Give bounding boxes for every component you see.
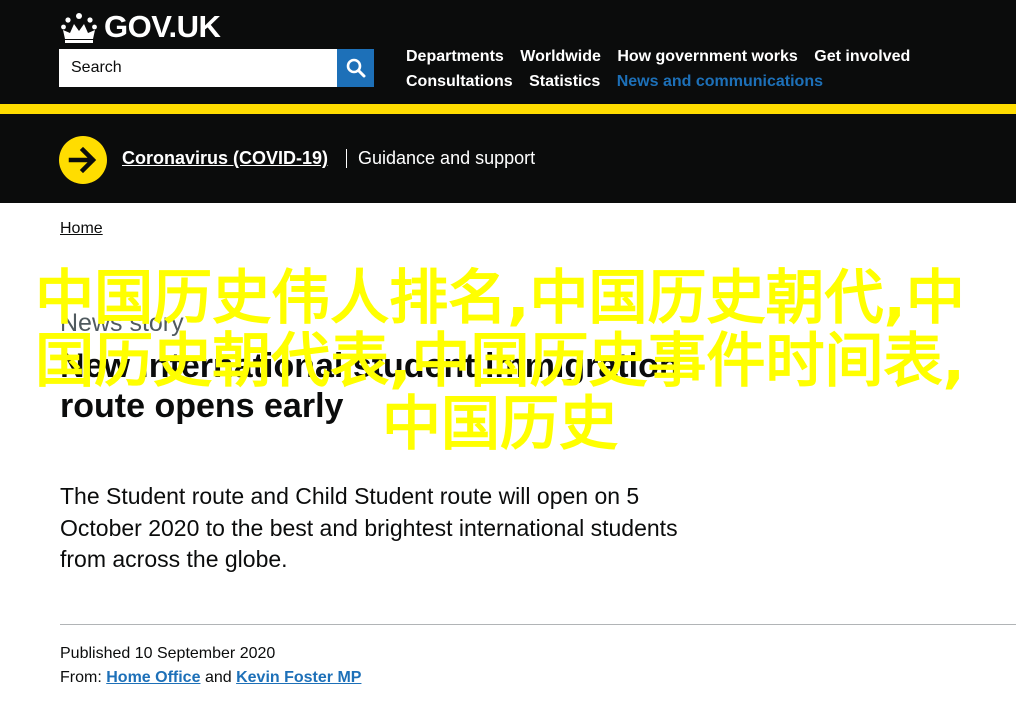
- top-navigation: Departments Worldwide How government wor…: [406, 44, 966, 94]
- nav-how-government-works[interactable]: How government works: [617, 44, 797, 69]
- metadata-divider: [60, 624, 1016, 625]
- org-link-home-office[interactable]: Home Office: [106, 669, 200, 686]
- publication-metadata: Published 10 September 2020 From: Home O…: [60, 642, 361, 690]
- search-icon: [346, 58, 365, 78]
- search-input[interactable]: [59, 49, 337, 87]
- govuk-logo-link[interactable]: GOV.UK: [60, 9, 221, 44]
- published-date: 10 September 2020: [134, 645, 276, 662]
- lead-paragraph: The Student route and Child Student rout…: [60, 483, 678, 572]
- nav-statistics[interactable]: Statistics: [529, 69, 600, 94]
- nav-worldwide[interactable]: Worldwide: [520, 44, 601, 69]
- search-button[interactable]: [337, 49, 374, 87]
- arrow-right-circle-icon: [59, 136, 107, 184]
- from-line: From: Home Office and Kevin Foster MP: [60, 666, 361, 690]
- breadcrumb-home[interactable]: Home: [60, 219, 103, 239]
- page-caption: News story: [60, 309, 184, 337]
- from-label: From:: [60, 669, 102, 686]
- nav-get-involved[interactable]: Get involved: [814, 44, 910, 69]
- covid-link[interactable]: Coronavirus (COVID-19): [122, 146, 328, 170]
- nav-consultations[interactable]: Consultations: [406, 69, 513, 94]
- covid-guidance-text: Guidance and support: [358, 148, 536, 168]
- crown-icon: [61, 13, 97, 43]
- and-label: and: [204, 669, 232, 686]
- search-form: [59, 49, 374, 87]
- covid-separator: [346, 149, 347, 168]
- nav-departments[interactable]: Departments: [406, 44, 504, 69]
- published-line: Published 10 September 2020: [60, 642, 361, 666]
- site-header: GOV.UK Departments Worldwide How governm…: [0, 0, 1016, 104]
- person-link-kevin-foster[interactable]: Kevin Foster MP: [236, 669, 361, 686]
- logo-text: GOV.UK: [104, 9, 221, 44]
- published-label: Published: [60, 645, 131, 662]
- header-yellow-bar: [0, 104, 1016, 114]
- page-title: New international student immigration ro…: [60, 347, 680, 425]
- covid-banner: Coronavirus (COVID-19) Guidance and supp…: [0, 114, 1016, 203]
- nav-news-and-communications[interactable]: News and communications: [617, 69, 823, 94]
